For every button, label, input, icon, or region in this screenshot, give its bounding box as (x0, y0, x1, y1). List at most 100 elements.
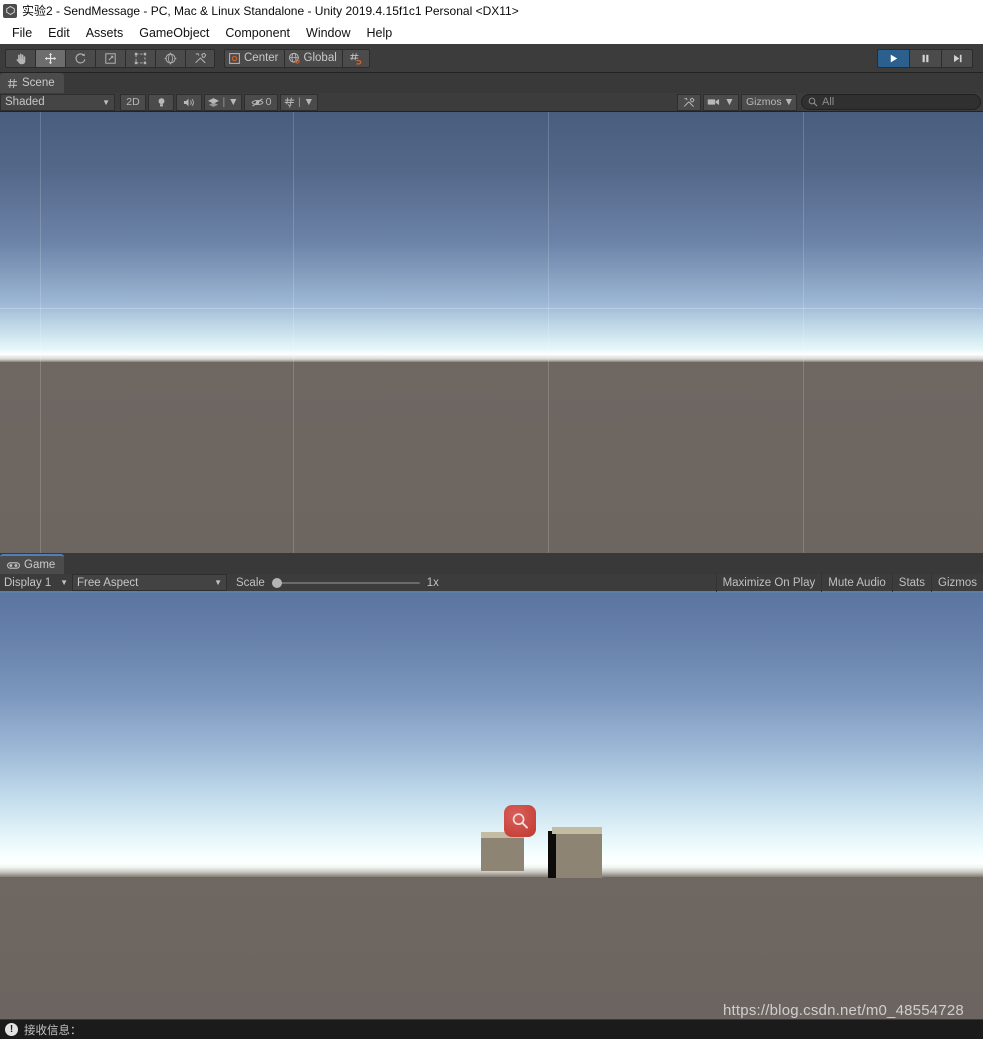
scene-search-input[interactable]: All (801, 94, 981, 110)
scene-lighting-toggle[interactable] (148, 93, 174, 111)
game-aspect-dropdown[interactable]: Free Aspect ▼ (72, 574, 227, 591)
main-toolbar: Center Global (0, 44, 983, 73)
scene-2d-toggle[interactable]: 2D (120, 93, 146, 111)
scene-ground (0, 362, 983, 553)
tab-scene[interactable]: Scene (0, 73, 64, 93)
move-arrows-icon (44, 52, 57, 65)
pause-icon (920, 53, 931, 64)
game-aspect-label: Free Aspect (77, 576, 139, 589)
pivot-group: Center Global (224, 48, 370, 68)
chevron-down-icon: ▼ (214, 578, 222, 587)
game-sky (0, 593, 983, 863)
scene-draw-mode-dropdown[interactable]: Shaded ▼ (0, 93, 115, 111)
chevron-down-icon: ▼ (102, 97, 110, 107)
transform-icon (164, 52, 177, 65)
game-gizmos-button[interactable]: Gizmos (931, 573, 983, 592)
chevron-down-icon: ▼ (60, 578, 68, 587)
rotate-tool-button[interactable] (65, 48, 95, 68)
rect-tool-button[interactable] (125, 48, 155, 68)
scene-tabbar: Scene (0, 73, 983, 93)
unity-editor-window: 实验2 - SendMessage - PC, Mac & Linux Stan… (0, 0, 983, 1039)
window-title: 实验2 - SendMessage - PC, Mac & Linux Stan… (22, 4, 519, 18)
search-icon (808, 97, 818, 107)
tab-scene-label: Scene (22, 77, 55, 89)
pause-button[interactable] (909, 48, 941, 68)
menu-item-assets[interactable]: Assets (78, 24, 132, 42)
menu-item-component[interactable]: Component (217, 24, 298, 42)
scene-tools-button[interactable] (677, 93, 701, 111)
scene-2d-label: 2D (126, 96, 140, 108)
game-scale-value: 1x (426, 576, 439, 589)
stats-button[interactable]: Stats (891, 573, 931, 592)
maximize-on-play-button[interactable]: Maximize On Play (715, 573, 822, 592)
playback-controls (877, 48, 973, 68)
status-bar[interactable]: ! 接收信息： (0, 1020, 983, 1039)
grid-visibility-icon (284, 97, 296, 108)
chevron-down-icon: ▼ (303, 96, 315, 108)
grid-snap-icon (349, 52, 363, 65)
game-scale-slider[interactable] (271, 577, 420, 588)
cube-front-face (556, 834, 602, 878)
scale-tool-button[interactable] (95, 48, 125, 68)
play-button[interactable] (877, 48, 909, 68)
tab-game[interactable]: Game (0, 554, 65, 574)
game-display-label: Display 1 (4, 576, 52, 589)
title-bar: 实验2 - SendMessage - PC, Mac & Linux Stan… (0, 0, 983, 21)
move-tool-button[interactable] (35, 48, 65, 68)
scene-sky (0, 112, 983, 350)
game-display-dropdown[interactable]: Display 1 ▼ (0, 574, 72, 591)
scene-hidden-objects-toggle[interactable]: 0 (244, 93, 278, 111)
scene-audio-toggle[interactable] (176, 93, 202, 111)
scene-grid-dropdown[interactable]: | ▼ (280, 93, 318, 111)
scene-gizmos-label: Gizmos (746, 96, 782, 108)
wrench-screwdriver-icon (194, 52, 207, 65)
gamepad-icon (7, 561, 20, 570)
step-icon (952, 53, 963, 64)
hand-tool-button[interactable] (5, 48, 35, 68)
game-scale-knob[interactable] (271, 577, 282, 588)
transform-tools-group (5, 48, 215, 68)
watermark-text: https://blog.csdn.net/m0_48554728 (723, 1002, 964, 1019)
mute-audio-button[interactable]: Mute Audio (821, 573, 892, 592)
game-ground (0, 877, 983, 1019)
scene-gizmos-dropdown[interactable]: Gizmos ▼ (741, 93, 797, 111)
menu-item-file[interactable]: File (4, 24, 40, 42)
scene-effects-dropdown[interactable]: | ▼ (204, 93, 242, 111)
eye-off-icon (251, 97, 264, 108)
game-cube-left (481, 832, 524, 871)
chevron-down-icon: ▼ (783, 96, 794, 108)
game-cube-right (548, 827, 602, 878)
rect-transform-icon (134, 52, 147, 65)
scene-camera-dropdown[interactable]: ▼ (703, 93, 739, 111)
pivot-center-icon (228, 52, 241, 65)
scene-search-placeholder: All (822, 96, 835, 108)
pivot-mode-button[interactable]: Center (224, 48, 284, 68)
pivot-rotation-label: Global (303, 52, 337, 64)
menu-item-gameobject[interactable]: GameObject (131, 24, 217, 42)
custom-editor-tool-button[interactable] (185, 48, 215, 68)
menu-item-edit[interactable]: Edit (40, 24, 78, 42)
console-warning-icon: ! (5, 1023, 18, 1036)
menu-item-help[interactable]: Help (358, 24, 400, 42)
menu-item-window[interactable]: Window (298, 24, 358, 42)
scene-gridline (293, 112, 294, 553)
game-panel: Game Display 1 ▼ Free Aspect ▼ Scale 1x … (0, 554, 983, 1020)
unity-logo-icon (3, 3, 17, 18)
pivot-rotation-button[interactable]: Global (283, 48, 342, 68)
cube-front-face (481, 838, 524, 871)
scene-panel: Scene Shaded ▼ 2D | ▼ 0 | ▼ ▼ Gizmos ▼ A… (0, 73, 983, 554)
rotate-icon (74, 52, 87, 65)
scene-viewport[interactable] (0, 112, 983, 553)
status-message: 接收信息： (24, 1024, 82, 1037)
transform-tool-button[interactable] (155, 48, 185, 68)
pivot-mode-label: Center (244, 52, 279, 64)
scene-tools-icon (683, 97, 695, 108)
game-scale-control[interactable]: Scale 1x (236, 577, 439, 589)
magnifier-cursor-icon[interactable] (504, 805, 536, 837)
fx-layers-icon (207, 97, 220, 108)
scene-gridline (803, 112, 804, 553)
scene-draw-mode-label: Shaded (5, 96, 45, 108)
step-button[interactable] (941, 48, 973, 68)
grid-snap-button[interactable] (341, 48, 370, 68)
game-viewport[interactable]: https://blog.csdn.net/m0_48554728 (0, 593, 983, 1019)
